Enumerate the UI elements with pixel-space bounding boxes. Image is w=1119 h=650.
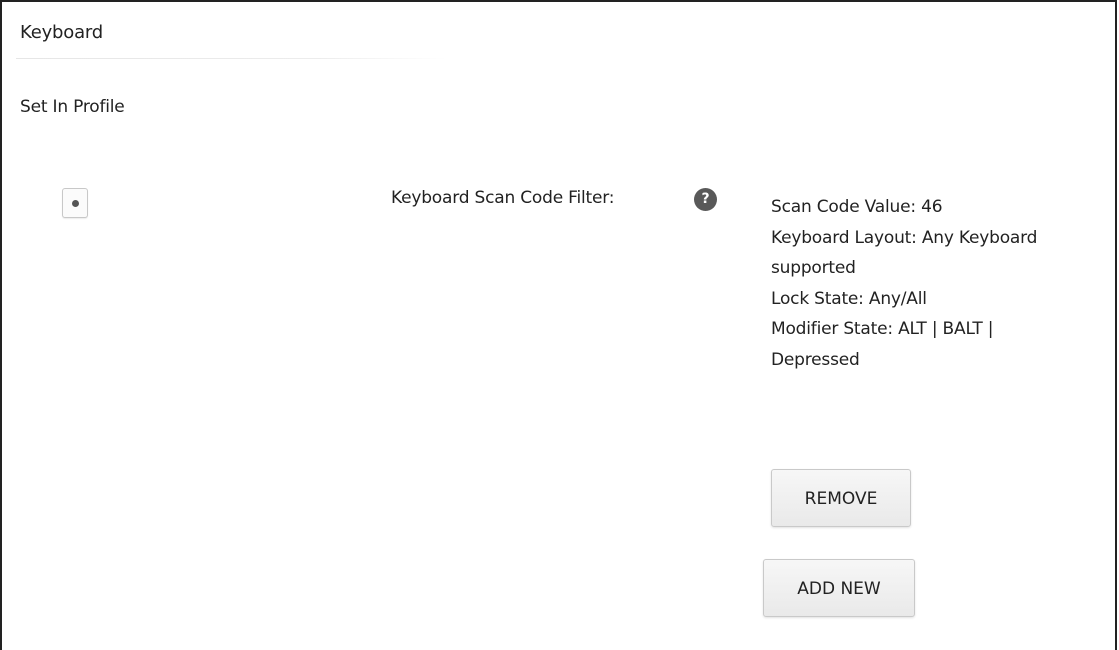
detail-keyboard-layout: Keyboard Layout: Any Keyboard (771, 227, 1038, 248)
detail-lock-state: Lock State: Any/All (771, 288, 927, 309)
set-in-profile-label: Set In Profile (20, 97, 125, 117)
help-icon[interactable]: ? (694, 188, 717, 211)
detail-keyboard-layout-cont: supported (771, 258, 856, 278)
radio-selected-dot-icon (72, 200, 79, 207)
detail-scan-code-value: Scan Code Value: 46 (771, 197, 943, 217)
remove-button[interactable]: REMOVE (771, 469, 911, 527)
filter-select-radio[interactable] (62, 188, 88, 218)
detail-modifier-state: Modifier State: ALT | BALT | (771, 319, 994, 339)
keyboard-panel: Keyboard Set In Profile Keyboard Scan Co… (0, 0, 1117, 650)
title-divider (16, 58, 446, 59)
add-new-button[interactable]: ADD NEW (763, 559, 915, 617)
scan-code-filter-label: Keyboard Scan Code Filter: (391, 188, 615, 208)
section-title: Keyboard (20, 22, 104, 43)
detail-modifier-state-cont: Depressed (771, 349, 860, 370)
filter-details: Scan Code Value: 46 Keyboard Layout: Any… (771, 192, 1116, 375)
